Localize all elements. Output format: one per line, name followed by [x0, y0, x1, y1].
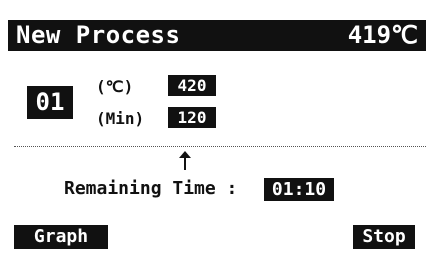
- target-temperature-value[interactable]: 420: [168, 75, 216, 96]
- divider: [14, 146, 426, 147]
- time-unit-label: (Min): [96, 109, 145, 128]
- page-title: New Process: [16, 21, 181, 49]
- remaining-time-label: Remaining Time :: [64, 178, 238, 199]
- stop-button[interactable]: Stop: [353, 225, 415, 249]
- temperature-unit-label: (℃): [96, 77, 134, 96]
- process-time-value[interactable]: 120: [168, 107, 216, 128]
- title-bar: New Process 419℃: [8, 20, 426, 51]
- step-number: 01: [27, 86, 73, 119]
- graph-button[interactable]: Graph: [14, 225, 108, 249]
- up-arrow-icon: [179, 151, 191, 170]
- remaining-time-value: 01:10: [264, 178, 334, 201]
- current-temperature: 419℃: [347, 21, 418, 49]
